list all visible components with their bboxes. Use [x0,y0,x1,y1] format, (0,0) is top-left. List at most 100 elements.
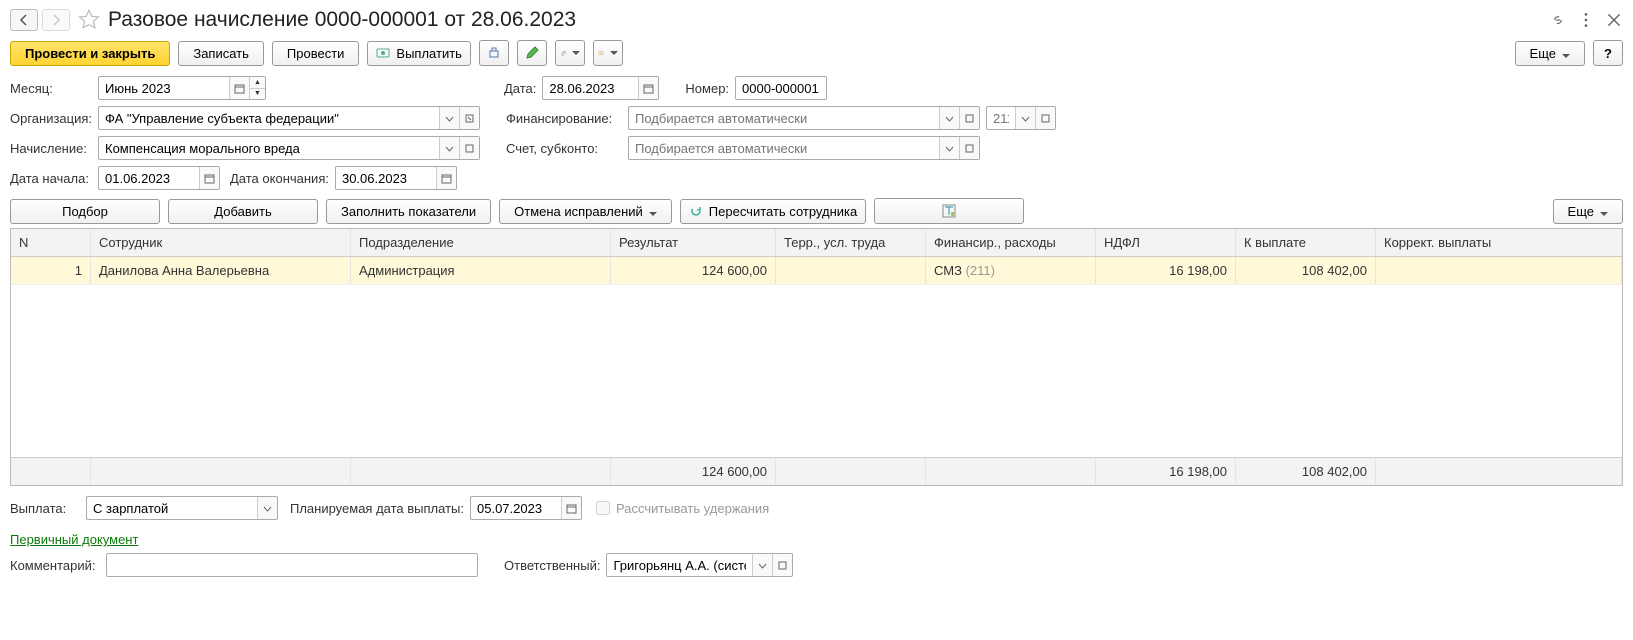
add-button[interactable]: Добавить [168,199,318,224]
post-button[interactable]: Провести [272,41,360,66]
accrual-label: Начисление: [10,141,92,156]
start-date-input[interactable] [98,166,220,190]
cell-financing: СМЗ (211) [926,257,1096,284]
col-financing[interactable]: Финансир., расходы [926,229,1096,256]
org-label: Организация: [10,111,92,126]
responsible-label: Ответственный: [504,558,600,573]
cell-employee: Данилова Анна Валерьевна [91,257,351,284]
responsible-input[interactable] [606,553,793,577]
dropdown-icon[interactable] [939,137,959,159]
month-label: Месяц: [10,81,92,96]
account-input[interactable] [628,136,980,160]
nav-back-button[interactable] [10,9,38,31]
open-icon[interactable] [959,137,979,159]
dropdown-icon[interactable] [1015,107,1035,129]
money-icon [376,46,390,60]
pen-button[interactable] [517,40,547,66]
grid-footer: 124 600,00 16 198,00 108 402,00 [11,457,1622,485]
comment-input[interactable] [106,553,478,577]
open-icon[interactable] [959,107,979,129]
more-button[interactable]: Еще [1515,41,1585,66]
help-button[interactable]: ? [1593,40,1623,66]
cell-payout: 108 402,00 [1236,257,1376,284]
refresh-icon [689,204,703,218]
number-input[interactable] [735,76,827,100]
cell-correction [1376,257,1622,284]
post-and-close-button[interactable]: Провести и закрыть [10,41,170,66]
nav-forward-button[interactable] [42,9,70,31]
attach-button[interactable] [555,40,585,66]
start-date-label: Дата начала: [10,171,92,186]
date-input[interactable] [542,76,659,100]
save-button[interactable]: Записать [178,41,264,66]
dropdown-icon[interactable] [752,554,772,576]
recalc-employee-button[interactable]: Пересчитать сотрудника [680,199,866,224]
link-icon[interactable] [1549,11,1567,29]
favorite-star-icon[interactable] [78,9,100,31]
date-label: Дата: [504,81,536,96]
cell-territory [776,257,926,284]
kebab-icon[interactable] [1577,11,1595,29]
grid-header: N Сотрудник Подразделение Результат Терр… [11,229,1622,257]
col-n[interactable]: N [11,229,91,256]
month-up-icon[interactable]: ▲ [250,77,265,89]
select-button[interactable]: Подбор [10,199,160,224]
primary-document-link[interactable]: Первичный документ [10,532,138,547]
org-input[interactable] [98,106,480,130]
fill-indicators-button[interactable]: Заполнить показатели [326,199,491,224]
pay-button[interactable]: Выплатить [367,41,471,66]
cell-department: Администрация [351,257,611,284]
calendar-icon[interactable] [638,77,658,99]
close-icon[interactable] [1605,11,1623,29]
employees-grid: N Сотрудник Подразделение Результат Терр… [10,228,1623,486]
cancel-corrections-button[interactable]: Отмена исправлений [499,199,672,224]
calendar-icon[interactable] [436,167,456,189]
col-employee[interactable]: Сотрудник [91,229,351,256]
dropdown-icon[interactable] [439,137,459,159]
calendar-icon[interactable] [561,497,581,519]
cell-result: 124 600,00 [611,257,776,284]
cell-ndfl: 16 198,00 [1096,257,1236,284]
open-icon[interactable] [1035,107,1055,129]
month-down-icon[interactable]: ▼ [250,89,265,100]
col-result[interactable]: Результат [611,229,776,256]
dropdown-icon[interactable] [939,107,959,129]
page-title: Разовое начисление 0000-000001 от 28.06.… [108,8,576,32]
accrual-input[interactable] [98,136,480,160]
calendar-icon[interactable] [199,167,219,189]
plan-date-input[interactable] [470,496,582,520]
pay-mode-label: Выплата: [10,501,80,516]
col-correction[interactable]: Коррект. выплаты [1376,229,1622,256]
plan-date-label: Планируемая дата выплаты: [290,501,464,516]
dropdown-icon[interactable] [257,497,277,519]
col-payout[interactable]: К выплате [1236,229,1376,256]
end-date-input[interactable] [335,166,457,190]
kosgu-input[interactable] [986,106,1056,130]
end-date-label: Дата окончания: [230,171,329,186]
open-icon[interactable] [459,107,479,129]
table-row[interactable]: 1 Данилова Анна Валерьевна Администрация… [11,257,1622,285]
t-button[interactable] [874,198,1024,224]
total-result: 124 600,00 [611,458,776,485]
account-label: Счет, субконто: [506,141,622,156]
total-ndfl: 16 198,00 [1096,458,1236,485]
open-icon[interactable] [772,554,792,576]
dropdown-icon[interactable] [439,107,459,129]
open-icon[interactable] [459,137,479,159]
number-label: Номер: [685,81,729,96]
total-payout: 108 402,00 [1236,458,1376,485]
calendar-icon[interactable] [229,77,249,99]
gear-button[interactable] [593,40,623,66]
calc-deductions-checkbox [596,501,610,515]
month-input[interactable]: ▲▼ [98,76,266,100]
financing-input[interactable] [628,106,980,130]
cell-n: 1 [11,257,91,284]
col-department[interactable]: Подразделение [351,229,611,256]
financing-label: Финансирование: [506,111,622,126]
col-ndfl[interactable]: НДФЛ [1096,229,1236,256]
col-territory[interactable]: Терр., усл. труда [776,229,926,256]
calc-deductions-label: Рассчитывать удержания [616,501,769,516]
print-button[interactable] [479,40,509,66]
pay-mode-input[interactable] [86,496,278,520]
grid-more-button[interactable]: Еще [1553,199,1623,224]
